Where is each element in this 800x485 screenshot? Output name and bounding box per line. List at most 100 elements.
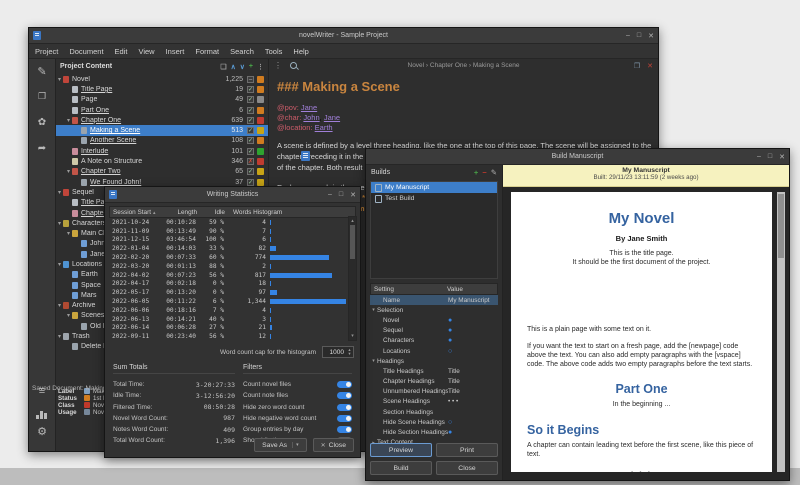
setting-row[interactable]: ▾ Selection [370, 305, 498, 315]
expand-arrow-icon[interactable]: ▾ [56, 261, 63, 268]
active-checkbox[interactable]: ✓ [247, 148, 254, 155]
stats-titlebar[interactable]: Writing Statistics – □ ✕ [105, 187, 360, 203]
menu-item[interactable]: Document [69, 47, 103, 56]
length-header[interactable]: Length [161, 209, 197, 216]
setting-row[interactable]: Novel ● [370, 315, 498, 325]
expand-arrow-icon[interactable]: ▾ [65, 230, 72, 237]
spinner-arrows-icon[interactable]: ▴▾ [346, 348, 353, 357]
add-item-icon[interactable]: + [249, 63, 253, 70]
session-row[interactable]: 2022-06-06 00:18:16 7 % 4 [109, 306, 356, 315]
menu-item[interactable]: Tools [265, 47, 283, 56]
tree-row[interactable]: Another Scene 108 ✓ [56, 136, 268, 146]
active-checkbox[interactable]: ✓ [247, 117, 254, 124]
setting-row[interactable]: Hide Section Headings ● [370, 427, 498, 437]
session-row[interactable]: 2022-05-17 00:13:20 0 % 97 [109, 288, 356, 297]
menu-item[interactable]: Help [293, 47, 308, 56]
setting-row[interactable]: Locations ○ [370, 346, 498, 356]
active-checkbox[interactable]: ✓ [247, 127, 254, 134]
add-build-icon[interactable]: + [474, 168, 478, 177]
maximize-icon[interactable]: □ [768, 153, 772, 160]
remove-build-icon[interactable]: − [482, 168, 486, 177]
session-row[interactable]: 2022-02-20 00:07:33 60 % 774 [109, 253, 356, 262]
tree-row[interactable]: Interlude 101 ✓ [56, 146, 268, 156]
active-checkbox[interactable]: ✓ [247, 179, 254, 186]
print-button[interactable]: Print [436, 443, 498, 457]
build-titlebar[interactable]: Build Manuscript – □ ✕ [366, 149, 789, 165]
export-icon[interactable]: ➦ [29, 143, 55, 154]
menu-item[interactable]: Edit [115, 47, 128, 56]
session-start-header[interactable]: Session Start▴ [110, 209, 161, 216]
tree-row[interactable]: ▾ Chapter Two 65 ✓ [56, 167, 268, 177]
minimize-icon[interactable]: – [757, 153, 761, 160]
session-row[interactable]: 2022-01-04 00:14:03 33 % 82 [109, 244, 356, 253]
edit-build-icon[interactable]: ✎ [491, 168, 497, 177]
writing-stats-icon[interactable] [36, 410, 47, 419]
session-row[interactable]: 2022-03-20 00:01:13 88 % 2 [109, 262, 356, 271]
active-checkbox[interactable]: ✓ [247, 137, 254, 144]
expand-arrow-icon[interactable]: ▾ [65, 168, 72, 175]
close-icon[interactable]: ✕ [648, 32, 654, 40]
close-stats-button[interactable]: ✕ Close [313, 438, 354, 452]
minimize-icon[interactable]: – [328, 191, 332, 198]
scroll-down-icon[interactable]: ▾ [349, 333, 356, 339]
project-details-icon[interactable]: ❐ [29, 91, 55, 102]
scrollbar-thumb[interactable] [350, 225, 355, 259]
move-down-icon[interactable]: ∨ [240, 63, 245, 71]
save-as-dropdown-icon[interactable]: ▾ [292, 442, 299, 448]
expand-arrow-icon[interactable]: ▾ [56, 333, 63, 340]
histogram-header[interactable]: Words Histogram [225, 209, 355, 216]
filter-toggle[interactable] [337, 415, 352, 422]
close-icon[interactable]: ✕ [779, 153, 785, 161]
bookmark-icon[interactable]: ❑ [220, 63, 226, 71]
close-document-icon[interactable]: ✕ [647, 62, 653, 70]
maximize-icon[interactable]: □ [339, 191, 343, 198]
session-row[interactable]: 2021-10-24 00:10:28 59 % 4 [109, 218, 356, 227]
menu-item[interactable]: Project [35, 47, 58, 56]
setting-row[interactable]: Name My Manuscript [370, 295, 498, 305]
active-checkbox[interactable]: ✓ [247, 107, 254, 114]
setting-row[interactable]: Sequel ● [370, 326, 498, 336]
expand-editor-icon[interactable]: ❐ [634, 62, 640, 70]
session-row[interactable]: 2022-06-13 00:14:21 40 % 3 [109, 315, 356, 324]
group-arrow-icon[interactable]: ▾ [370, 358, 377, 364]
session-row[interactable]: 2022-09-11 00:23:40 56 % 12 [109, 332, 356, 341]
novel-structure-icon[interactable]: ✿ [29, 117, 55, 128]
close-button[interactable]: Close [436, 461, 498, 475]
expand-arrow-icon[interactable]: ▾ [65, 312, 72, 319]
histogram-cap-spinner[interactable]: 1000 ▴▾ [322, 346, 354, 358]
setting-row[interactable]: Characters ● [370, 336, 498, 346]
idle-header[interactable]: Idle [197, 209, 225, 216]
tree-row[interactable]: ▾ Novel 1,225 – [56, 74, 268, 84]
main-titlebar[interactable]: novelWriter - Sample Project – □ ✕ [29, 28, 658, 44]
close-icon[interactable]: ✕ [350, 191, 356, 199]
edit-document-icon[interactable]: ✎ [29, 65, 55, 78]
menu-item[interactable]: Search [230, 47, 254, 56]
setting-row[interactable]: Hide Scene Headings ○ [370, 417, 498, 427]
tree-row[interactable]: Page 49 ✓ [56, 95, 268, 105]
filter-toggle[interactable] [337, 426, 352, 433]
session-row[interactable]: 2022-04-17 00:02:18 0 % 18 [109, 280, 356, 289]
group-arrow-icon[interactable]: ▾ [370, 307, 377, 313]
active-checkbox[interactable]: ✗ [247, 158, 254, 165]
setting-row[interactable]: Scene Headings • • • [370, 397, 498, 407]
setting-row[interactable]: ▾ Headings [370, 356, 498, 366]
active-checkbox[interactable]: ✓ [247, 86, 254, 93]
build-list-item[interactable]: Test Build [371, 193, 497, 204]
minimize-icon[interactable]: – [626, 32, 630, 39]
session-row[interactable]: 2022-06-14 00:06:28 27 % 21 [109, 324, 356, 333]
filter-toggle[interactable] [337, 392, 352, 399]
setting-row[interactable]: Unnumbered Headings Title [370, 387, 498, 397]
tree-row[interactable]: Title Page 19 ✓ [56, 84, 268, 94]
build-button[interactable]: Build [370, 461, 432, 475]
setting-row[interactable]: Chapter Headings Title [370, 377, 498, 387]
tree-row[interactable]: Making a Scene 513 ✓ [56, 125, 268, 135]
build-list-item[interactable]: My Manuscript [371, 182, 497, 193]
scrollbar-thumb[interactable] [778, 194, 784, 258]
expand-arrow-icon[interactable]: ▾ [56, 220, 63, 227]
active-checkbox[interactable]: – [247, 76, 254, 83]
expand-arrow-icon[interactable]: ▾ [56, 189, 63, 196]
move-up-icon[interactable]: ∧ [231, 63, 236, 71]
session-row[interactable]: 2022-06-05 00:11:22 6 % 1,344 [109, 297, 356, 306]
settings-gear-icon[interactable]: ⚙ [29, 425, 55, 438]
tree-menu-icon[interactable]: ⋮ [257, 63, 264, 71]
